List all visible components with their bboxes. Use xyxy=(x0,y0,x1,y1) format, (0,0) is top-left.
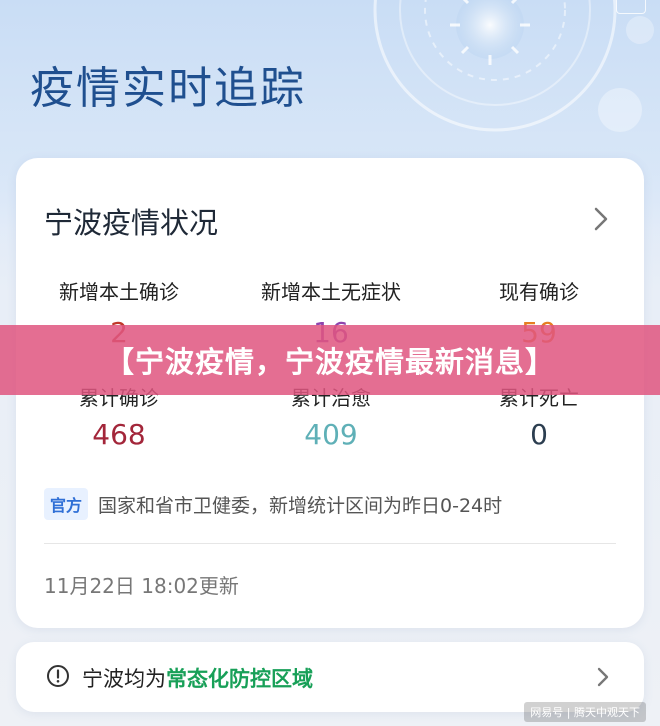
zone-status: 常态化防控区域 xyxy=(166,667,313,691)
chevron-right-icon[interactable] xyxy=(592,206,610,232)
chevron-right-icon[interactable] xyxy=(596,666,610,688)
watermark: 网易号 | 腾天中观天下 xyxy=(524,702,646,722)
exclamation-circle-icon xyxy=(47,665,69,687)
official-badge: 官方 xyxy=(44,488,89,520)
update-time: 11月22日 18:02更新 xyxy=(44,574,239,598)
source-text: 国家和省市卫健委，新增统计区间为昨日0-24时 xyxy=(98,494,503,517)
stat-label-new-local-confirmed: 新增本土确诊 xyxy=(59,280,179,304)
divider xyxy=(44,543,616,544)
virus-icon xyxy=(373,0,654,132)
headline-banner: 【宁波疫情，宁波疫情最新消息】 xyxy=(0,325,660,395)
source-row: 官方 国家和省市卫健委，新增统计区间为昨日0-24时 xyxy=(44,488,624,520)
banner-text: 【宁波疫情，宁波疫情最新消息】 xyxy=(104,345,555,379)
zone-prefix: 宁波均为 xyxy=(82,667,166,691)
corner-badge xyxy=(616,0,646,14)
card-title: 宁波疫情状况 xyxy=(44,206,219,240)
stat-label-new-local-asymptomatic: 新增本土无症状 xyxy=(261,280,401,304)
stat-value-total-confirmed: 468 xyxy=(92,418,146,451)
stat-value-total-deaths: 0 xyxy=(530,418,548,451)
stat-label-current-confirmed: 现有确诊 xyxy=(499,280,579,304)
zone-text: 宁波均为常态化防控区域 xyxy=(82,663,313,693)
stat-value-total-cured: 409 xyxy=(304,418,358,451)
page-title: 疫情实时追踪 xyxy=(30,63,306,114)
